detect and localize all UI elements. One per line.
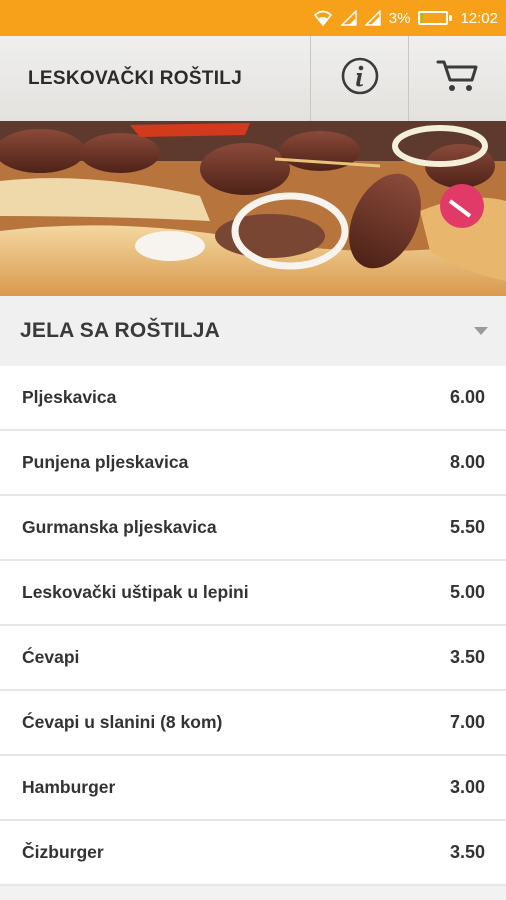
menu-item-price: 5.50 <box>449 517 485 537</box>
menu-item-name: Čizburger <box>22 842 104 862</box>
menu-item-price: 5.00 <box>449 582 485 602</box>
menu-item-price: 7.00 <box>449 712 485 732</box>
app-title: LESKOVAČKI ROŠTILJ <box>28 67 243 89</box>
menu-item[interactable]: Leskovački uštipak u lepini 5.00 <box>0 561 506 626</box>
menu-item[interactable]: Ćevapi 3.50 <box>0 626 506 691</box>
menu-list: Pljeskavica 6.00 Punjena pljeskavica 8.00 Gu… <box>0 366 506 886</box>
battery-percent: 3% <box>388 9 411 27</box>
menu-item-name: Gurmanska pljeskavica <box>22 517 217 537</box>
info-button[interactable] <box>310 36 408 121</box>
menu-item-price: 8.00 <box>449 452 485 472</box>
app-header: LESKOVAČKI ROŠTILJ <box>0 36 506 121</box>
menu-item[interactable]: Pljeskavica 6.00 <box>0 366 506 431</box>
food-banner-image <box>0 121 506 296</box>
status-bar: 3% 12:02 <box>0 0 506 36</box>
menu-item-price: 3.50 <box>449 647 485 667</box>
menu-item-name: Leskovački uštipak u lepini <box>22 582 249 602</box>
wifi-icon <box>313 10 333 26</box>
menu-item-name: Ćevapi <box>22 647 80 667</box>
menu-item-name: Hamburger <box>22 777 116 797</box>
cart-icon <box>436 58 480 99</box>
menu-item-name: Ćevapi u slanini (8 kom) <box>22 712 223 732</box>
dropdown-arrow-icon <box>474 322 488 340</box>
category-title: JELA SA ROŠTILJA <box>20 319 221 342</box>
menu-item-price: 3.50 <box>449 842 485 862</box>
clock: 12:02 <box>460 9 498 27</box>
battery-icon <box>418 11 453 25</box>
info-icon <box>340 56 380 101</box>
menu-item-name: Pljeskavica <box>22 387 117 407</box>
menu-item[interactable]: Gurmanska pljeskavica 5.50 <box>0 496 506 561</box>
menu-item[interactable]: Čizburger 3.50 <box>0 821 506 886</box>
menu-item[interactable]: Hamburger 3.00 <box>0 756 506 821</box>
signal-icon <box>364 10 381 26</box>
menu-item[interactable]: Ćevapi u slanini (8 kom) 7.00 <box>0 691 506 756</box>
menu-item-price: 6.00 <box>449 387 485 407</box>
menu-item-price: 3.00 <box>449 777 485 797</box>
category-header[interactable]: JELA SA ROŠTILJA <box>0 296 506 366</box>
signal-icon <box>340 10 357 26</box>
cart-button[interactable] <box>408 36 506 121</box>
menu-item-name: Punjena pljeskavica <box>22 452 189 472</box>
menu-item[interactable]: Punjena pljeskavica 8.00 <box>0 431 506 496</box>
